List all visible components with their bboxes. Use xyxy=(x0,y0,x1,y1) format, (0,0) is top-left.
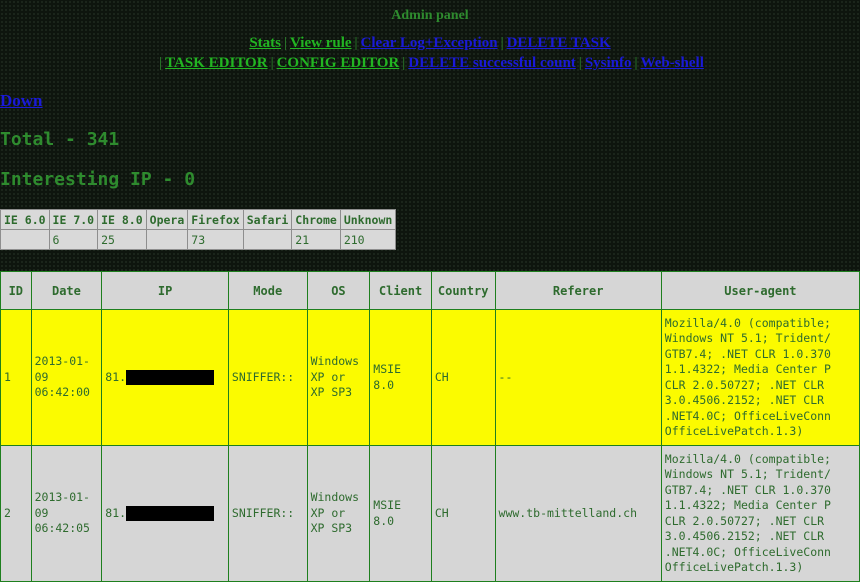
nav-link-task-editor[interactable]: TASK EDITOR xyxy=(165,55,267,71)
nav-row-1: Stats | View rule | Clear Log+Exception | DELE… xyxy=(0,35,860,52)
cell-country: CH xyxy=(430,445,496,582)
cell-referer: www.tb-mittelland.ch xyxy=(494,445,662,582)
cell-referer: -- xyxy=(494,309,662,446)
col-header-user-agent: User-agent xyxy=(660,271,860,310)
nav-link-clear-log[interactable]: Clear Log+Exception xyxy=(361,35,498,51)
table-row: 2 2013-01- 09 06:42:05 81. SNIFFER:: Win… xyxy=(0,445,860,582)
redaction-bar xyxy=(126,505,215,521)
cell-country: CH xyxy=(430,309,496,446)
browser-value-chrome: 21 xyxy=(291,229,341,250)
cell-id: 1 xyxy=(0,309,32,446)
cell-mode: SNIFFER:: xyxy=(227,445,308,582)
browser-header-ie7: IE 7.0 xyxy=(48,209,99,230)
browser-header-firefox: Firefox xyxy=(187,209,244,230)
cell-user-agent: Mozilla/4.0 (compatible; Windows NT 5.1;… xyxy=(660,445,860,582)
cell-date: 2013-01- 09 06:42:05 xyxy=(30,445,103,582)
nav-separator: | xyxy=(402,55,406,71)
browser-value-unknown: 210 xyxy=(339,229,397,250)
browser-value-ie6 xyxy=(0,229,50,250)
nav-link-stats[interactable]: Stats xyxy=(249,35,281,51)
col-header-client: Client xyxy=(369,271,432,310)
col-header-os: OS xyxy=(306,271,371,310)
cell-id: 2 xyxy=(0,445,32,582)
nav-separator: | xyxy=(284,35,288,51)
bots-table-header-row: ID Date IP Mode OS Client Country Refere… xyxy=(0,271,860,310)
nav-separator: | xyxy=(500,35,504,51)
nav-link-view-rule[interactable]: View rule xyxy=(290,35,352,51)
browser-header-opera: Opera xyxy=(145,209,189,230)
page-title: Admin panel xyxy=(391,8,469,23)
browser-value-opera xyxy=(145,229,189,250)
nav-link-config-editor[interactable]: CONFIG EDITOR xyxy=(277,55,400,71)
browser-stats-value-row: 6 25 73 21 210 xyxy=(0,229,397,250)
browser-header-ie6: IE 6.0 xyxy=(0,209,50,230)
nav-link-delete-task[interactable]: DELETE TASK xyxy=(507,35,611,51)
col-header-country: Country xyxy=(430,271,496,310)
col-header-mode: Mode xyxy=(227,271,308,310)
browser-header-safari: Safari xyxy=(242,209,293,230)
nav-link-delete-successful-count[interactable]: DELETE successful count xyxy=(408,55,576,71)
browser-header-ie8: IE 8.0 xyxy=(97,209,147,230)
cell-client: MSIE 8.0 xyxy=(369,309,432,446)
cell-date: 2013-01- 09 06:42:00 xyxy=(30,309,103,446)
bots-table: ID Date IP Mode OS Client Country Refere… xyxy=(0,271,860,582)
cell-client: MSIE 8.0 xyxy=(369,445,432,582)
col-header-ip: IP xyxy=(101,271,229,310)
table-row: 1 2013-01- 09 06:42:00 81. SNIFFER:: Win… xyxy=(0,309,860,446)
col-header-referer: Referer xyxy=(494,271,662,310)
browser-header-chrome: Chrome xyxy=(291,209,341,230)
col-header-date: Date xyxy=(30,271,103,310)
nav-separator: | xyxy=(270,55,274,71)
nav-link-sysinfo[interactable]: Sysinfo xyxy=(585,55,632,71)
cell-ip: 81. xyxy=(101,445,229,582)
cell-os: Windows XP or XP SP3 xyxy=(306,445,371,582)
nav-link-web-shell[interactable]: Web-shell xyxy=(641,55,704,71)
cell-user-agent: Mozilla/4.0 (compatible; Windows NT 5.1;… xyxy=(660,309,860,446)
total-count: Total - 341 xyxy=(0,129,120,150)
nav-row-2: | TASK EDITOR | CONFIG EDITOR | DELETE succes… xyxy=(0,55,860,72)
browser-header-unknown: Unknown xyxy=(339,209,397,230)
browser-value-firefox: 73 xyxy=(187,229,244,250)
browser-stats-table: IE 6.0 IE 7.0 IE 8.0 Opera Firefox Safar… xyxy=(0,209,397,250)
col-header-id: ID xyxy=(0,271,32,310)
redaction-bar xyxy=(126,369,215,385)
nav-separator: | xyxy=(159,55,163,71)
nav-separator: | xyxy=(578,55,582,71)
down-link[interactable]: Down xyxy=(0,91,43,111)
browser-value-safari xyxy=(242,229,293,250)
ip-prefix: 81. xyxy=(105,369,127,384)
ip-prefix: 81. xyxy=(105,505,127,520)
interesting-ip-count: Interesting IP - 0 xyxy=(0,169,196,190)
cell-os: Windows XP or XP SP3 xyxy=(306,309,371,446)
browser-stats-header-row: IE 6.0 IE 7.0 IE 8.0 Opera Firefox Safar… xyxy=(0,209,397,230)
nav-separator: | xyxy=(354,35,358,51)
browser-value-ie7: 6 xyxy=(48,229,99,250)
cell-ip: 81. xyxy=(101,309,229,446)
cell-mode: SNIFFER:: xyxy=(227,309,308,446)
browser-value-ie8: 25 xyxy=(97,229,147,250)
nav-separator: | xyxy=(634,55,638,71)
